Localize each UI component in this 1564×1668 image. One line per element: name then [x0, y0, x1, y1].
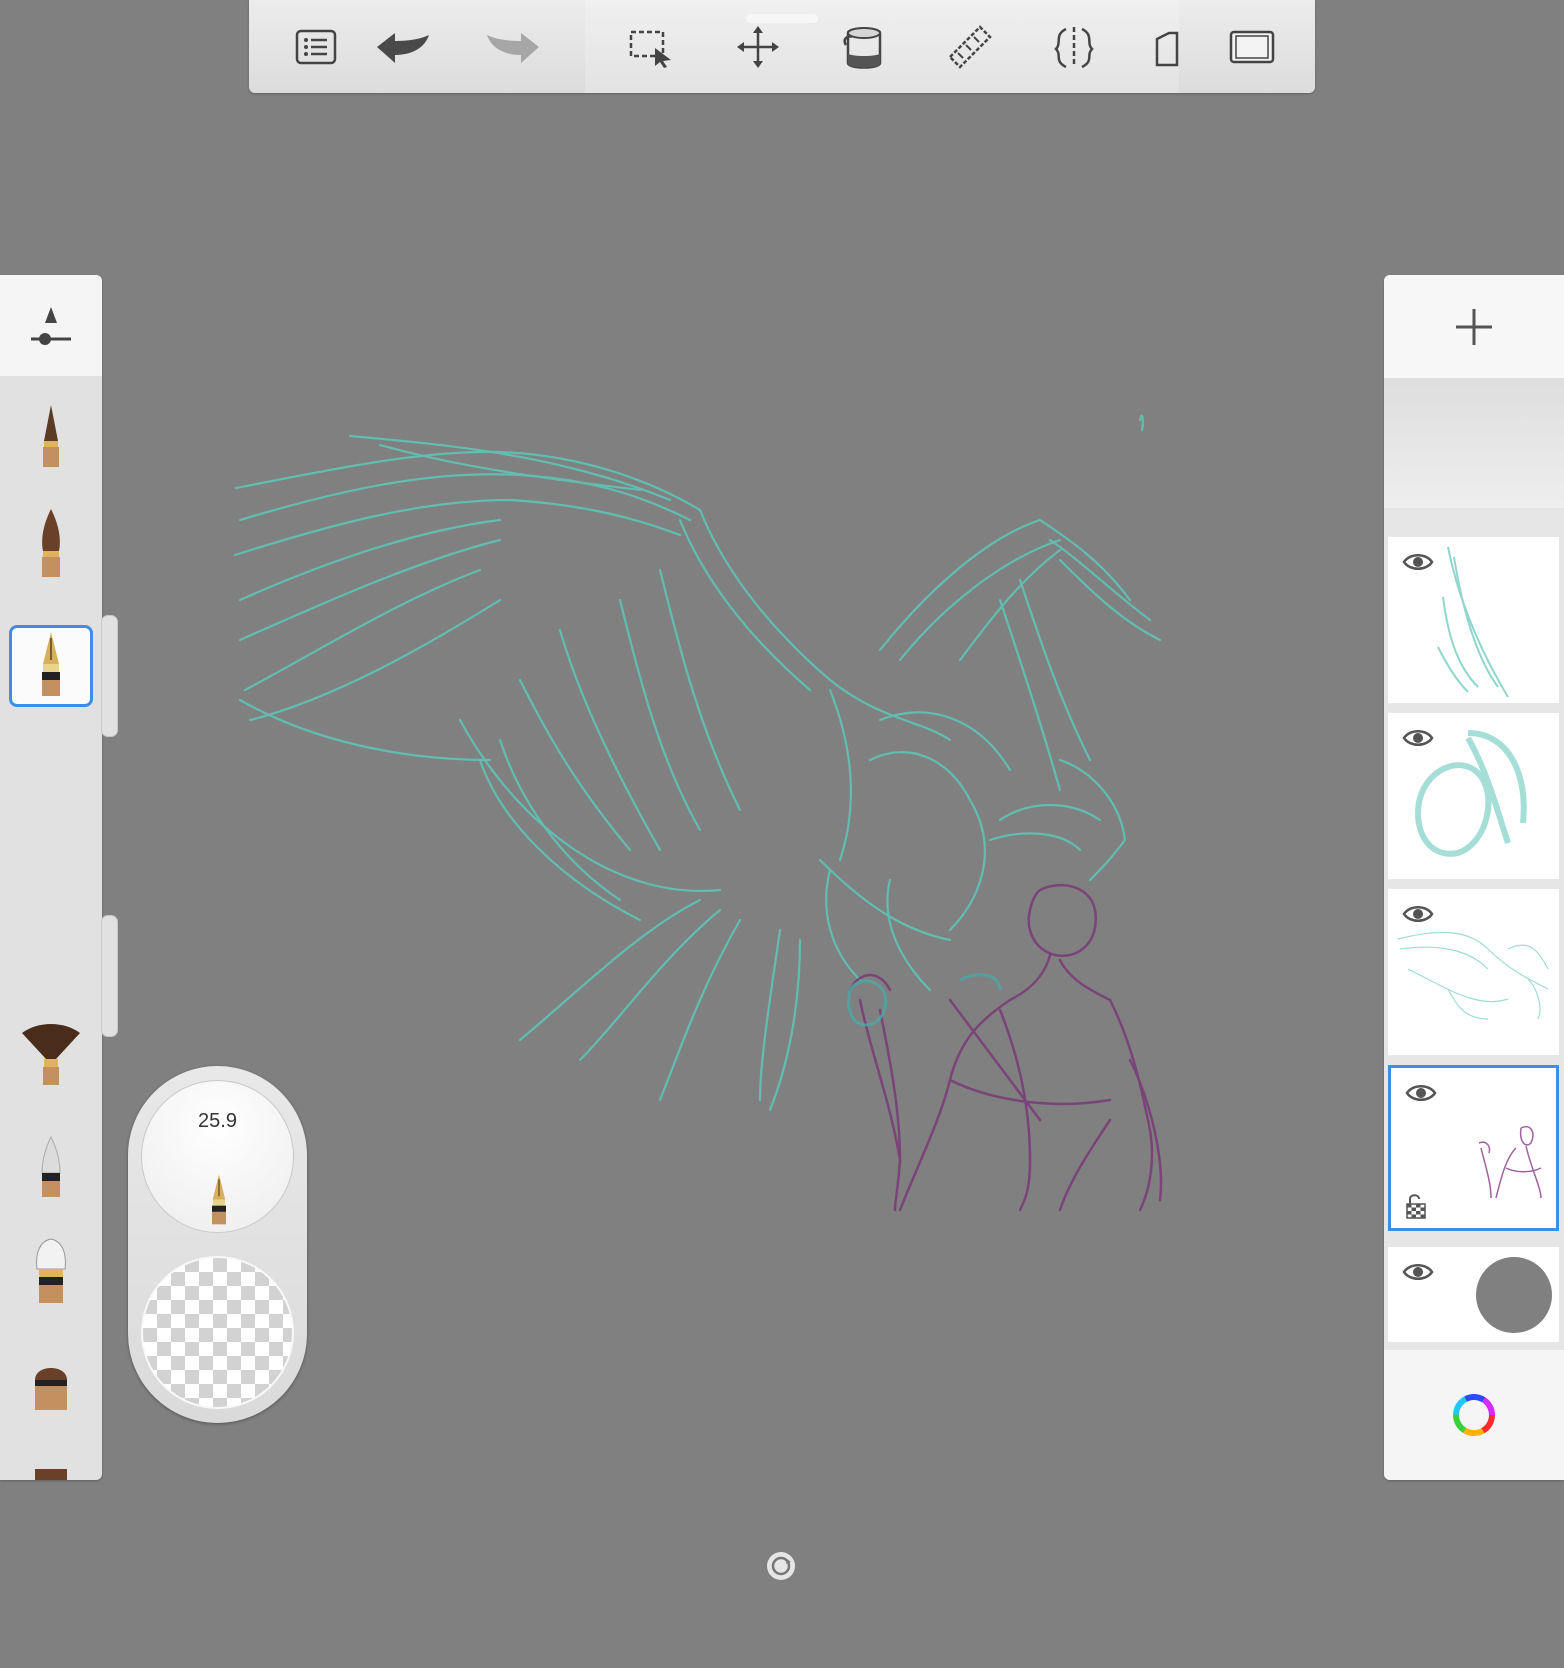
- brush-palette: [0, 275, 102, 1480]
- brush-marker[interactable]: [9, 502, 93, 584]
- selection-button[interactable]: [622, 22, 680, 72]
- brush-size-dial[interactable]: 25.9: [141, 1080, 294, 1233]
- fill-button[interactable]: [835, 22, 893, 72]
- marquee-select-icon: [629, 30, 671, 68]
- layer-3[interactable]: [1388, 889, 1559, 1055]
- fullscreen-button[interactable]: [1223, 22, 1281, 72]
- redo-arrow-icon: [487, 33, 539, 63]
- canvas-rotate-icon[interactable]: [765, 1550, 797, 1582]
- undo-arrow-icon: [377, 33, 429, 63]
- ink-pen-brush-icon: [42, 632, 60, 696]
- symmetry-button[interactable]: [1045, 22, 1103, 72]
- background-layer[interactable]: [1388, 1247, 1559, 1342]
- move-arrows-icon: [737, 26, 779, 68]
- eye-icon[interactable]: [1402, 1261, 1434, 1283]
- eye-icon[interactable]: [1405, 1082, 1437, 1104]
- layer-2[interactable]: [1388, 713, 1559, 879]
- layer-panel: [1384, 275, 1564, 1480]
- symmetry-icon: [1054, 27, 1094, 69]
- eye-icon[interactable]: [1402, 903, 1434, 925]
- transparency-lock-icon[interactable]: [1405, 1192, 1427, 1220]
- flat-brush-icon: [35, 1368, 67, 1410]
- eye-icon[interactable]: [1402, 727, 1434, 749]
- brush-bristle[interactable]: [9, 1230, 93, 1312]
- ruler-button[interactable]: [941, 22, 999, 72]
- marker-brush-icon: [42, 509, 60, 577]
- brush-fan[interactable]: [9, 1013, 93, 1095]
- brush-settings-slider-icon: [31, 306, 71, 345]
- brush-size-value: 25.9: [198, 1110, 237, 1132]
- layer-1[interactable]: [1388, 537, 1559, 703]
- eye-icon[interactable]: [1402, 551, 1434, 573]
- paint-bucket-icon: [843, 27, 882, 69]
- plus-icon: [1456, 308, 1492, 345]
- add-layer-button[interactable]: [1384, 275, 1564, 378]
- brush-ink-pen[interactable]: [9, 625, 93, 707]
- ruler-icon: [948, 25, 992, 69]
- brush-chisel[interactable]: [9, 1450, 93, 1480]
- brush-puck: 25.9: [128, 1066, 307, 1423]
- fullscreen-frame-icon: [1229, 30, 1275, 64]
- top-toolbar: [249, 0, 1315, 93]
- airbrush-brush-icon: [41, 1135, 61, 1197]
- transform-button[interactable]: [729, 22, 787, 72]
- brush-pencil[interactable]: [9, 395, 93, 477]
- chisel-brush-icon: [35, 1469, 67, 1480]
- shape-button[interactable]: [1149, 22, 1179, 72]
- color-wheel-icon: [1453, 1394, 1495, 1436]
- brush-flat[interactable]: [9, 1343, 93, 1425]
- shape-icon: [1155, 31, 1179, 67]
- fan-brush-icon: [22, 1024, 80, 1085]
- layer-4[interactable]: [1388, 1065, 1559, 1231]
- brush-settings-button[interactable]: [0, 275, 102, 376]
- color-picker-button[interactable]: [1384, 1350, 1564, 1480]
- undo-button[interactable]: [373, 22, 431, 72]
- background-color-swatch[interactable]: [1476, 1257, 1552, 1333]
- menu-button[interactable]: [287, 22, 345, 72]
- list-icon: [295, 29, 337, 65]
- pencil-brush-icon: [43, 405, 59, 467]
- brush-airbrush[interactable]: [9, 1126, 93, 1208]
- brush-scroll-tab-lower[interactable]: [101, 915, 118, 1037]
- bristle-brush-icon: [36, 1238, 66, 1303]
- layer-panel-spacer: [1384, 378, 1564, 508]
- brush-scroll-tab-upper[interactable]: [101, 615, 118, 737]
- ink-pen-preview-icon: [212, 1174, 226, 1225]
- redo-button[interactable]: [485, 22, 543, 72]
- brush-opacity-dial[interactable]: [141, 1256, 294, 1409]
